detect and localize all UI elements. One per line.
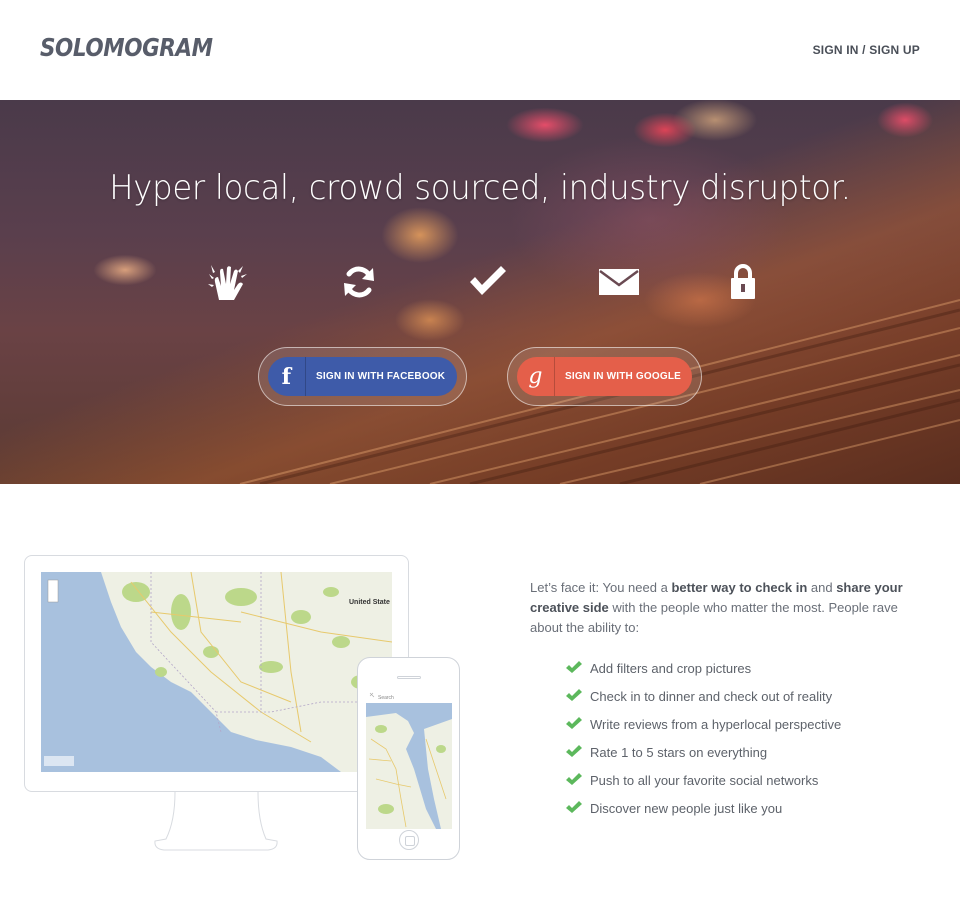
check-icon [566, 773, 582, 785]
desktop-map-screenshot: United State [41, 572, 392, 772]
feature-list: Add filters and crop pictures Check in t… [565, 654, 841, 822]
hero-banner: Hyper local, crowd sourced, industry dis… [0, 100, 960, 484]
intro-bold-1: better way to check in [671, 580, 808, 595]
check-icon [566, 801, 582, 813]
sign-in-facebook-button[interactable]: f SIGN IN WITH FACEBOOK [268, 357, 457, 396]
feature-label: Discover new people just like you [590, 800, 783, 816]
check-icon [566, 717, 582, 729]
feature-label: Rate 1 to 5 stars on everything [590, 744, 768, 760]
feature-label: Add filters and crop pictures [590, 660, 752, 676]
map-country-label: United State [349, 599, 390, 606]
feature-label: Push to all your favorite social network… [590, 772, 819, 788]
google-icon: g [517, 357, 555, 396]
phone-speaker [397, 676, 421, 679]
logo[interactable]: SOLOMOGRAM [40, 33, 213, 62]
high-five-icon [203, 260, 253, 304]
feature-item: Add filters and crop pictures [565, 654, 841, 682]
phone-illustration: Search [357, 657, 460, 860]
hero-headline: Hyper local, crowd sourced, industry dis… [109, 168, 851, 208]
check-icon [566, 661, 582, 673]
intro-text-2: and [807, 580, 837, 595]
monitor-stand [154, 791, 278, 851]
sign-in-google-button[interactable]: g SIGN IN WITH GOOGLE [517, 357, 692, 396]
feature-item: Check in to dinner and check out of real… [565, 682, 841, 710]
phone-home-button [399, 830, 419, 850]
site-header: SOLOMOGRAM SIGN IN / SIGN UP [0, 0, 960, 100]
feature-item: Write reviews from a hyperlocal perspect… [565, 710, 841, 738]
intro-paragraph: Let’s face it: You need a better way to … [530, 578, 920, 638]
phone-map-screenshot: Search [366, 689, 452, 829]
checkmark-icon [463, 260, 513, 304]
feature-label: Check in to dinner and check out of real… [590, 688, 833, 704]
facebook-icon: f [268, 357, 306, 396]
feature-item: Discover new people just like you [565, 794, 841, 822]
google-button-frame: g SIGN IN WITH GOOGLE [507, 347, 702, 406]
check-icon [566, 689, 582, 701]
intro-text-1: Let’s face it: You need a [530, 580, 672, 595]
facebook-button-label: SIGN IN WITH FACEBOOK [316, 371, 446, 382]
envelope-icon [594, 260, 644, 304]
google-button-label: SIGN IN WITH GOOGLE [565, 371, 682, 382]
phone-search-placeholder: Search [378, 695, 394, 701]
check-icon [566, 745, 582, 757]
feature-item: Push to all your favorite social network… [565, 766, 841, 794]
lock-icon [718, 260, 768, 304]
facebook-button-frame: f SIGN IN WITH FACEBOOK [258, 347, 467, 406]
desktop-monitor-illustration: United State [24, 555, 409, 792]
refresh-icon [334, 260, 384, 304]
sign-in-sign-up-link[interactable]: SIGN IN / SIGN UP [813, 43, 920, 57]
feature-item: Rate 1 to 5 stars on everything [565, 738, 841, 766]
feature-label: Write reviews from a hyperlocal perspect… [590, 716, 842, 732]
